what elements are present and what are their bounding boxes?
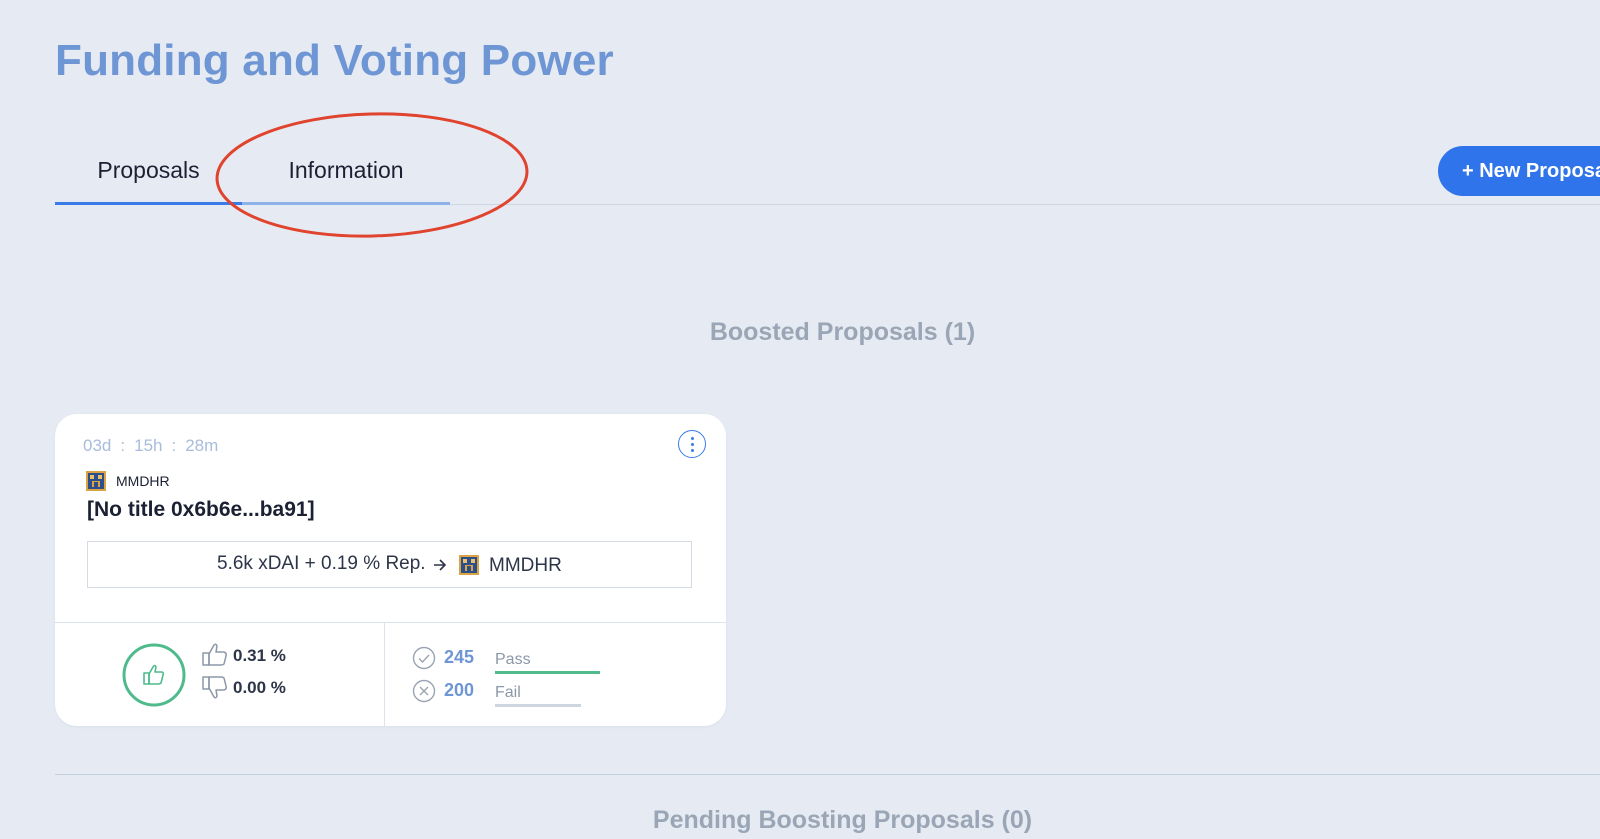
arrow-right-icon: [434, 559, 447, 571]
reward-summary: 5.6k xDAI + 0.19 % Rep. MMDHR: [87, 541, 692, 588]
tab-bar: Proposals Information: [55, 140, 1600, 205]
countdown-separator: :: [171, 436, 177, 455]
dao-avatar: [459, 555, 479, 575]
footer-divider: [384, 623, 385, 727]
stake-pass-value: 245: [444, 647, 475, 667]
vote-button[interactable]: [122, 643, 186, 707]
card-footer: 0.31 % 0.00 % 245 Pass 200 Fail: [55, 622, 726, 727]
reward-amount: 5.6k xDAI + 0.19 % Rep.: [217, 553, 426, 574]
proposal-card[interactable]: 03d:15h:28m MMDHR [No title 0x6b6e...ba9…: [55, 414, 726, 727]
reward-recipient[interactable]: MMDHR: [489, 555, 562, 577]
stake-pass-label: Pass: [495, 651, 531, 668]
stake-pass-bar: [495, 671, 600, 674]
tab-information[interactable]: Information: [242, 140, 450, 205]
vote-against-percent: 0.00 %: [233, 678, 286, 697]
countdown-separator: :: [120, 436, 126, 455]
tab-proposals[interactable]: Proposals: [55, 140, 242, 205]
proposal-title[interactable]: [No title 0x6b6e...ba91]: [87, 498, 315, 522]
page-title: Funding and Voting Power: [55, 36, 614, 85]
dao-avatar: [86, 471, 106, 491]
stake-fail-bar: [495, 704, 581, 707]
thumbs-down-icon[interactable]: [202, 675, 228, 699]
countdown: 03d:15h:28m: [83, 436, 218, 456]
countdown-days: 03d: [83, 436, 112, 455]
x-circle-icon[interactable]: [412, 679, 436, 703]
thumbs-up-icon[interactable]: [202, 643, 228, 667]
vote-for-percent: 0.31 %: [233, 646, 286, 665]
check-circle-icon[interactable]: [412, 646, 436, 670]
boosted-proposals-heading: Boosted Proposals (1): [709, 318, 976, 346]
pending-proposals-heading: Pending Boosting Proposals (0): [652, 806, 1033, 834]
countdown-minutes: 28m: [185, 436, 219, 455]
countdown-hours: 15h: [134, 436, 163, 455]
new-proposal-button[interactable]: + New Proposal: [1438, 146, 1600, 196]
dao-name[interactable]: MMDHR: [116, 473, 170, 489]
section-divider: [55, 774, 1600, 775]
stake-fail-label: Fail: [495, 684, 521, 701]
more-vertical-icon[interactable]: [678, 430, 706, 458]
stake-fail-value: 200: [444, 680, 475, 700]
